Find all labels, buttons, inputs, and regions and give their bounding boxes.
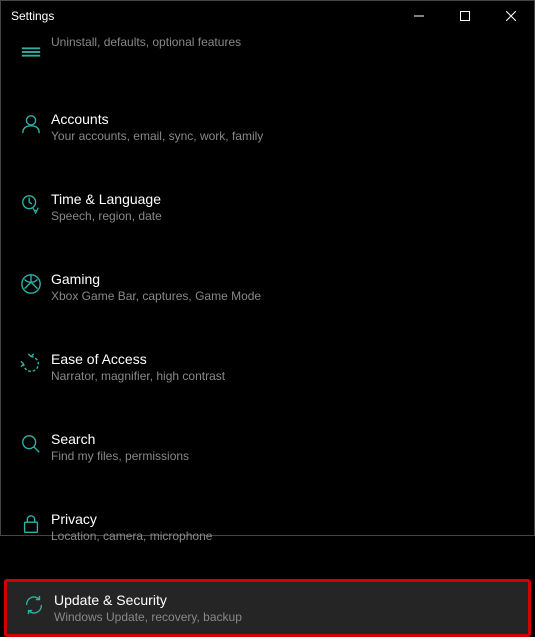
item-title: Accounts <box>51 111 518 127</box>
time-language-icon <box>20 193 42 215</box>
privacy-icon <box>20 513 42 535</box>
settings-item-accounts[interactable]: Accounts Your accounts, email, sync, wor… <box>1 99 534 155</box>
accounts-icon <box>20 113 42 135</box>
item-desc: Your accounts, email, sync, work, family <box>51 129 518 143</box>
item-desc: Narrator, magnifier, high contrast <box>51 369 518 383</box>
settings-item-gaming[interactable]: Gaming Xbox Game Bar, captures, Game Mod… <box>1 259 534 315</box>
ease-of-access-icon <box>20 353 42 375</box>
item-title: Search <box>51 431 518 447</box>
minimize-icon <box>414 11 424 21</box>
close-icon <box>506 11 516 21</box>
item-desc: Uninstall, defaults, optional features <box>51 35 518 49</box>
settings-item-search[interactable]: Search Find my files, permissions <box>1 419 534 475</box>
item-desc: Windows Update, recovery, backup <box>54 610 515 624</box>
window-controls <box>396 1 534 31</box>
window-title: Settings <box>11 9 396 23</box>
item-desc: Location, camera, microphone <box>51 529 518 543</box>
item-title: Update & Security <box>54 592 515 608</box>
item-desc: Find my files, permissions <box>51 449 518 463</box>
item-title: Privacy <box>51 511 518 527</box>
minimize-button[interactable] <box>396 1 442 31</box>
settings-list: Apps Uninstall, defaults, optional featu… <box>1 31 534 637</box>
item-desc: Speech, region, date <box>51 209 518 223</box>
item-desc: Xbox Game Bar, captures, Game Mode <box>51 289 518 303</box>
update-security-icon <box>23 594 45 616</box>
maximize-icon <box>460 11 470 21</box>
maximize-button[interactable] <box>442 1 488 31</box>
search-icon <box>20 433 42 455</box>
settings-item-ease-of-access[interactable]: Ease of Access Narrator, magnifier, high… <box>1 339 534 395</box>
settings-item-time-language[interactable]: Time & Language Speech, region, date <box>1 179 534 235</box>
settings-item-privacy[interactable]: Privacy Location, camera, microphone <box>1 499 534 555</box>
settings-item-update-security[interactable]: Update & Security Windows Update, recove… <box>4 579 531 637</box>
apps-icon <box>20 41 42 63</box>
item-title: Gaming <box>51 271 518 287</box>
close-button[interactable] <box>488 1 534 31</box>
item-title: Ease of Access <box>51 351 518 367</box>
gaming-icon <box>20 273 42 295</box>
item-title: Time & Language <box>51 191 518 207</box>
titlebar: Settings <box>1 1 534 31</box>
settings-item-apps[interactable]: Apps Uninstall, defaults, optional featu… <box>1 31 534 75</box>
